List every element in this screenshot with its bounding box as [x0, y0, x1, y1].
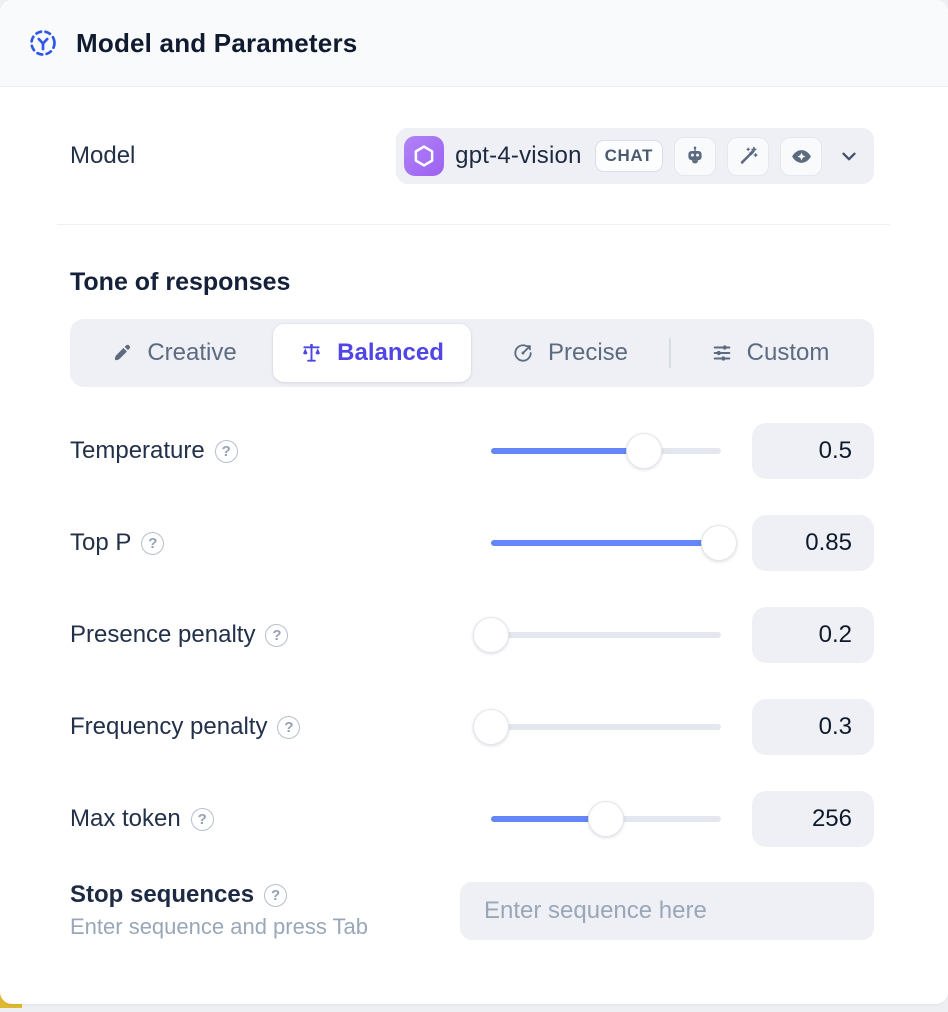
- section-divider: [57, 224, 890, 225]
- frequency-penalty-slider[interactable]: [491, 709, 721, 745]
- help-icon[interactable]: ?: [141, 532, 164, 555]
- model-parameters-panel: Model and Parameters Model: [0, 0, 948, 1004]
- slider-track: [491, 632, 721, 638]
- robot-icon: [674, 137, 716, 176]
- temperature-label: Temperature: [70, 437, 205, 465]
- panel-title: Model and Parameters: [76, 28, 357, 59]
- tab-creative[interactable]: Creative: [75, 324, 273, 382]
- tab-label: Custom: [747, 339, 830, 367]
- model-parameters-icon: [28, 28, 58, 58]
- balance-scale-icon: [300, 342, 323, 365]
- model-type-badge: CHAT: [595, 140, 663, 172]
- stop-sequence-input[interactable]: [460, 882, 874, 940]
- stop-sequences-helper-text: Enter sequence and press Tab: [70, 914, 368, 940]
- model-label: Model: [70, 142, 135, 170]
- top-p-label: Top P: [70, 529, 131, 557]
- help-icon[interactable]: ?: [265, 624, 288, 647]
- max-token-slider[interactable]: [491, 801, 721, 837]
- frequency-penalty-row: Frequency penalty ? 0.3: [70, 699, 874, 755]
- top-p-slider[interactable]: [491, 525, 721, 561]
- tab-balanced[interactable]: Balanced: [273, 324, 471, 382]
- tab-label: Creative: [147, 339, 236, 367]
- help-icon[interactable]: ?: [277, 716, 300, 739]
- slider-thumb[interactable]: [701, 525, 737, 561]
- top-p-row: Top P ? 0.85: [70, 515, 874, 571]
- slider-fill: [491, 540, 719, 546]
- selected-model-name: gpt-4-vision: [455, 142, 581, 170]
- tab-label: Balanced: [337, 339, 444, 367]
- presence-penalty-row: Presence penalty ? 0.2: [70, 607, 874, 663]
- stop-sequences-label: Stop sequences: [70, 881, 254, 909]
- slider-thumb[interactable]: [626, 433, 662, 469]
- help-icon[interactable]: ?: [191, 808, 214, 831]
- slider-track: [491, 724, 721, 730]
- tone-tab-bar: Creative Balanced: [70, 319, 874, 387]
- help-icon[interactable]: ?: [264, 884, 287, 907]
- chevron-down-icon[interactable]: [838, 145, 860, 167]
- temperature-value[interactable]: 0.5: [752, 423, 874, 479]
- max-token-label: Max token: [70, 805, 181, 833]
- max-token-row: Max token ? 256: [70, 791, 874, 847]
- slider-fill: [491, 448, 644, 454]
- slider-thumb[interactable]: [473, 617, 509, 653]
- max-token-value[interactable]: 256: [752, 791, 874, 847]
- tab-label: Precise: [548, 339, 628, 367]
- presence-penalty-slider[interactable]: [491, 617, 721, 653]
- tab-precise[interactable]: Precise: [471, 324, 669, 382]
- slider-thumb[interactable]: [473, 709, 509, 745]
- frequency-penalty-label: Frequency penalty: [70, 713, 267, 741]
- model-select-dropdown[interactable]: gpt-4-vision CHAT: [396, 128, 874, 184]
- paintbrush-icon: [111, 342, 133, 364]
- panel-header: Model and Parameters: [0, 0, 948, 87]
- sliders-icon: [711, 342, 733, 364]
- presence-penalty-label: Presence penalty: [70, 621, 255, 649]
- temperature-row: Temperature ? 0.5: [70, 423, 874, 479]
- openai-logo-icon: [404, 136, 444, 176]
- frequency-penalty-value[interactable]: 0.3: [752, 699, 874, 755]
- slider-thumb[interactable]: [588, 801, 624, 837]
- vision-eye-icon: [780, 137, 822, 176]
- stop-sequences-label-group: Stop sequences ? Enter sequence and pres…: [70, 881, 368, 940]
- model-row: Model gpt-4-vision CH: [70, 128, 874, 184]
- stop-sequences-row: Stop sequences ? Enter sequence and pres…: [70, 881, 874, 940]
- help-icon[interactable]: ?: [215, 440, 238, 463]
- target-arrow-icon: [512, 342, 534, 364]
- magic-wand-icon: [727, 137, 769, 176]
- top-p-value[interactable]: 0.85: [752, 515, 874, 571]
- tone-section-title: Tone of responses: [70, 268, 874, 297]
- tab-custom[interactable]: Custom: [671, 324, 869, 382]
- presence-penalty-value[interactable]: 0.2: [752, 607, 874, 663]
- temperature-slider[interactable]: [491, 433, 721, 469]
